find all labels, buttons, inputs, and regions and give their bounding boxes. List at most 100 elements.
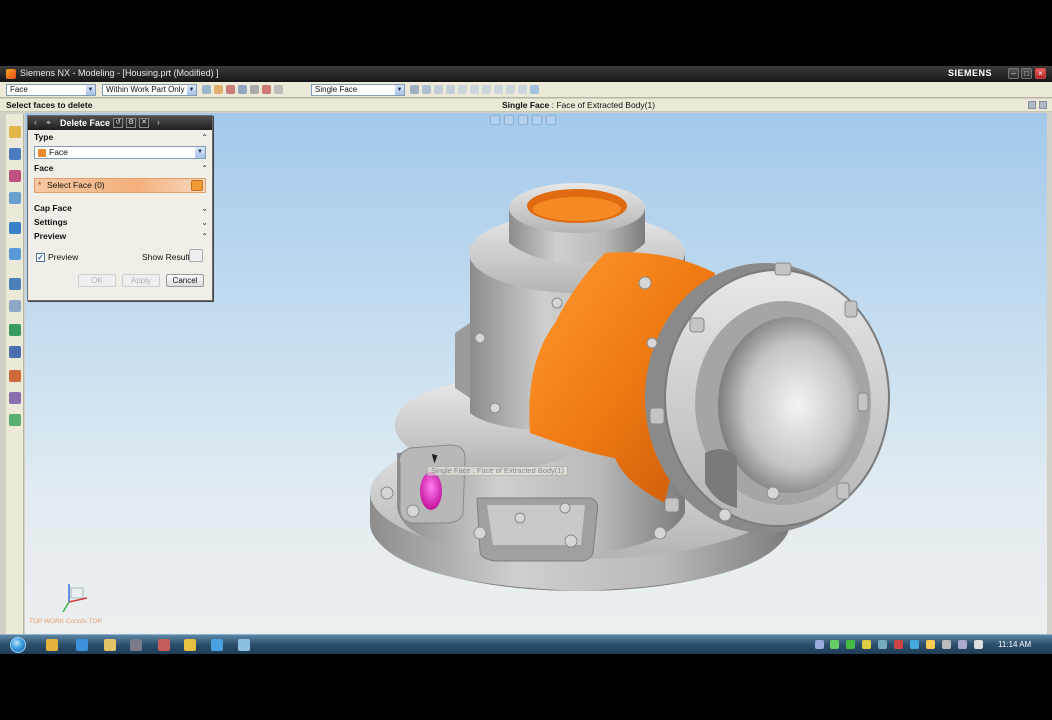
process-studio-icon[interactable] [9, 324, 21, 336]
magnifier-icon[interactable] [189, 249, 203, 262]
face-section-header[interactable]: Face ⌃ [32, 162, 210, 175]
face-selection-icon[interactable] [191, 180, 203, 191]
tray-icon[interactable] [910, 640, 919, 649]
manufacturing-wizards-icon[interactable] [9, 346, 21, 358]
status-detail-text: : Face of Extracted Body(1) [549, 100, 656, 110]
wcs-triad-icon [62, 584, 88, 613]
history-icon[interactable] [9, 248, 21, 260]
tray-icon[interactable] [862, 640, 871, 649]
tray-icon[interactable] [815, 640, 824, 649]
tray-icon[interactable] [830, 640, 839, 649]
filter-icon[interactable] [202, 85, 211, 94]
nx-taskbar-icon[interactable] [158, 639, 170, 651]
close-icon[interactable]: ✕ [139, 118, 149, 128]
folder-icon[interactable] [104, 639, 116, 651]
reset-icon[interactable]: ↺ [113, 118, 123, 128]
reuse-library-icon[interactable] [9, 192, 21, 204]
settings-icon[interactable]: ⚙ [126, 118, 136, 128]
preselection-tooltip: Single Face : Face of Extracted Body(1) [427, 466, 568, 476]
snap-midpoint-icon[interactable] [422, 85, 431, 94]
highlight-icon[interactable] [262, 85, 271, 94]
preselected-face[interactable] [420, 472, 442, 510]
part-navigator-icon[interactable] [9, 170, 21, 182]
resource-bar [6, 114, 24, 636]
filter-icons-group [202, 85, 283, 95]
snap-endpoint-icon[interactable] [410, 85, 419, 94]
chevron-right-icon[interactable]: › [154, 118, 163, 128]
constraint-navigator-icon[interactable] [9, 148, 21, 160]
cap-face-section-header[interactable]: Cap Face ⌄ [32, 202, 210, 215]
settings-section-header[interactable]: Settings ⌄ [32, 216, 210, 229]
ie-icon[interactable] [76, 639, 88, 651]
window-title: Siemens NX - Modeling - [Housing.prt (Mo… [20, 68, 219, 78]
snap-on-curve-icon[interactable] [494, 85, 503, 94]
snap-control-icon[interactable] [434, 85, 443, 94]
cancel-button[interactable]: Cancel [166, 274, 204, 287]
type-filter-dropdown[interactable]: Face ▼ [6, 84, 96, 96]
clock-icon[interactable] [9, 278, 21, 290]
snap-intersection-icon[interactable] [446, 85, 455, 94]
tray-icon[interactable] [942, 640, 951, 649]
tower-rib [455, 323, 470, 398]
cue-line-restore-icon[interactable] [1028, 101, 1036, 109]
close-button[interactable]: × [1035, 68, 1046, 79]
preview-checkbox[interactable]: ✓ [36, 253, 45, 262]
snap-on-face-icon[interactable] [506, 85, 515, 94]
lasso-icon[interactable] [250, 85, 259, 94]
start-button[interactable] [10, 637, 26, 653]
snap-icons-group [410, 85, 539, 95]
system-materials-icon[interactable] [9, 300, 21, 312]
cap-face-header-label: Cap Face [34, 203, 72, 213]
restore-button[interactable]: □ [1021, 68, 1032, 79]
app-icon[interactable] [238, 639, 250, 651]
assembly-navigator-icon[interactable] [9, 126, 21, 138]
notes-icon[interactable] [184, 639, 196, 651]
chevron-left-icon[interactable]: ‹ [31, 118, 40, 128]
hd3d-tools-icon[interactable] [9, 414, 21, 426]
pin-icon[interactable]: ⌖ [44, 118, 53, 128]
selection-intent-dropdown[interactable]: Single Face ▼ [311, 84, 405, 96]
windows-taskbar: 11:14 AM [0, 634, 1052, 654]
snap-center-icon[interactable] [458, 85, 467, 94]
taskbar-clock[interactable]: 11:14 AM [998, 640, 1031, 649]
cue-line-maximize-icon[interactable] [1039, 101, 1047, 109]
siemens-brand: SIEMENS [948, 68, 993, 78]
explorer-icon[interactable] [46, 639, 58, 651]
face-header-label: Face [34, 163, 54, 173]
volume-icon[interactable] [974, 640, 983, 649]
snap-bounded-icon[interactable] [518, 85, 527, 94]
tray-icon[interactable] [846, 640, 855, 649]
type-section-header[interactable]: Type ⌃ [32, 131, 210, 144]
graphics-window[interactable]: ‹ ⌖ Delete Face ↺ ⚙ ✕ › Type ⌃ Face ▼ Fa… [25, 113, 1047, 637]
preview-section-header[interactable]: Preview ⌃ [32, 230, 210, 243]
roles-icon[interactable] [9, 370, 21, 382]
reset-filter-icon[interactable] [238, 85, 247, 94]
snap-toggle-icon[interactable] [530, 85, 539, 94]
minimize-button[interactable]: – [1008, 68, 1019, 79]
chevron-up-icon: ⌃ [201, 164, 208, 173]
tray-icon[interactable] [926, 640, 935, 649]
show-result-label: Show Result [142, 252, 190, 262]
select-face-row[interactable]: * Select Face (0) [34, 178, 206, 193]
snap-quadrant-icon[interactable] [470, 85, 479, 94]
type-dropdown[interactable]: Face ▼ [34, 146, 206, 159]
select-all-icon[interactable] [226, 85, 235, 94]
scope-filter-dropdown[interactable]: Within Work Part Only ▼ [102, 84, 197, 96]
ok-button[interactable]: OK [78, 274, 116, 287]
chevron-down-icon: ▼ [395, 85, 404, 95]
grid-icon[interactable] [214, 85, 223, 94]
system-scenes-icon[interactable] [9, 392, 21, 404]
title-bar: Siemens NX - Modeling - [Housing.prt (Mo… [0, 66, 1052, 82]
rectangle-select-icon[interactable] [274, 85, 283, 94]
snap-point-icon[interactable] [482, 85, 491, 94]
apply-button[interactable]: Apply [122, 274, 160, 287]
media-icon[interactable] [130, 639, 142, 651]
right-edge-bar [1047, 113, 1052, 637]
browser-icon[interactable] [211, 639, 223, 651]
tray-icon[interactable] [878, 640, 887, 649]
tray-icon[interactable] [894, 640, 903, 649]
side-bore [718, 317, 862, 493]
web-browser-icon[interactable] [9, 222, 21, 234]
nx-application-window: Siemens NX - Modeling - [Housing.prt (Mo… [0, 66, 1052, 654]
network-icon[interactable] [958, 640, 967, 649]
